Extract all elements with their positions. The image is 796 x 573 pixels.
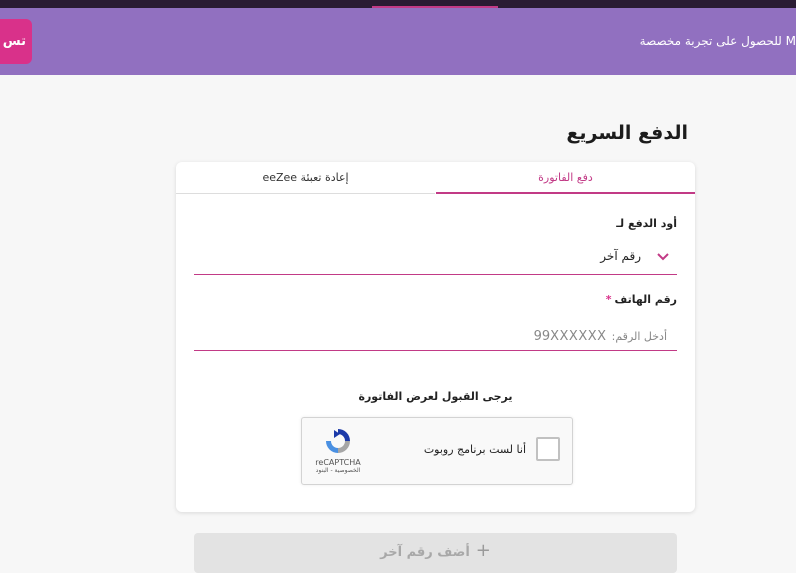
tab-pay-bill[interactable]: دفع الفاتورة: [436, 162, 695, 194]
quick-pay-card: دفع الفاتورة إعادة تعبئة eeZee أود الدفع…: [176, 162, 695, 512]
pay-for-label: أود الدفع لـ: [616, 217, 677, 230]
pay-for-select[interactable]: رقم آخر: [194, 241, 677, 275]
add-number-button[interactable]: + أضف رقم آخر: [194, 533, 677, 573]
top-nav-bar: [0, 0, 796, 8]
recaptcha-widget: أنا لست برنامج روبوت reCAPTCHA الخصوصية …: [301, 417, 573, 485]
phone-label: رقم الهاتف: [614, 293, 677, 306]
phone-label-row: رقم الهاتف*: [606, 293, 677, 306]
banner-signup-button[interactable]: تس: [0, 19, 32, 64]
plus-icon: +: [475, 540, 491, 561]
recaptcha-links[interactable]: الخصوصية - البنود: [312, 467, 364, 474]
chevron-down-icon: [657, 253, 669, 261]
required-mark: *: [605, 293, 612, 306]
recaptcha-label: أنا لست برنامج روبوت: [423, 443, 526, 456]
tab-eezee-recharge[interactable]: إعادة تعبئة eeZee: [176, 162, 435, 194]
accept-instruction: يرجى القبول لعرض الفاتورة: [358, 390, 513, 403]
recaptcha-icon: [326, 429, 350, 453]
phone-field[interactable]: أدخل الرقم: 99XXXXXX: [194, 313, 677, 351]
promo-banner: تس للحصول على تجربة مخصصة M: [0, 8, 796, 75]
page-title: الدفع السريع: [566, 122, 688, 144]
phone-input[interactable]: [194, 317, 677, 347]
add-number-label: أضف رقم آخر: [380, 545, 470, 560]
recaptcha-logo: reCAPTCHA الخصوصية - البنود: [312, 426, 364, 474]
pay-for-value: رقم آخر: [600, 249, 641, 263]
recaptcha-checkbox[interactable]: [536, 437, 560, 461]
banner-text: للحصول على تجربة مخصصة M: [639, 34, 796, 48]
recaptcha-brand: reCAPTCHA: [315, 458, 361, 467]
payment-tabs: دفع الفاتورة إعادة تعبئة eeZee: [176, 162, 695, 194]
